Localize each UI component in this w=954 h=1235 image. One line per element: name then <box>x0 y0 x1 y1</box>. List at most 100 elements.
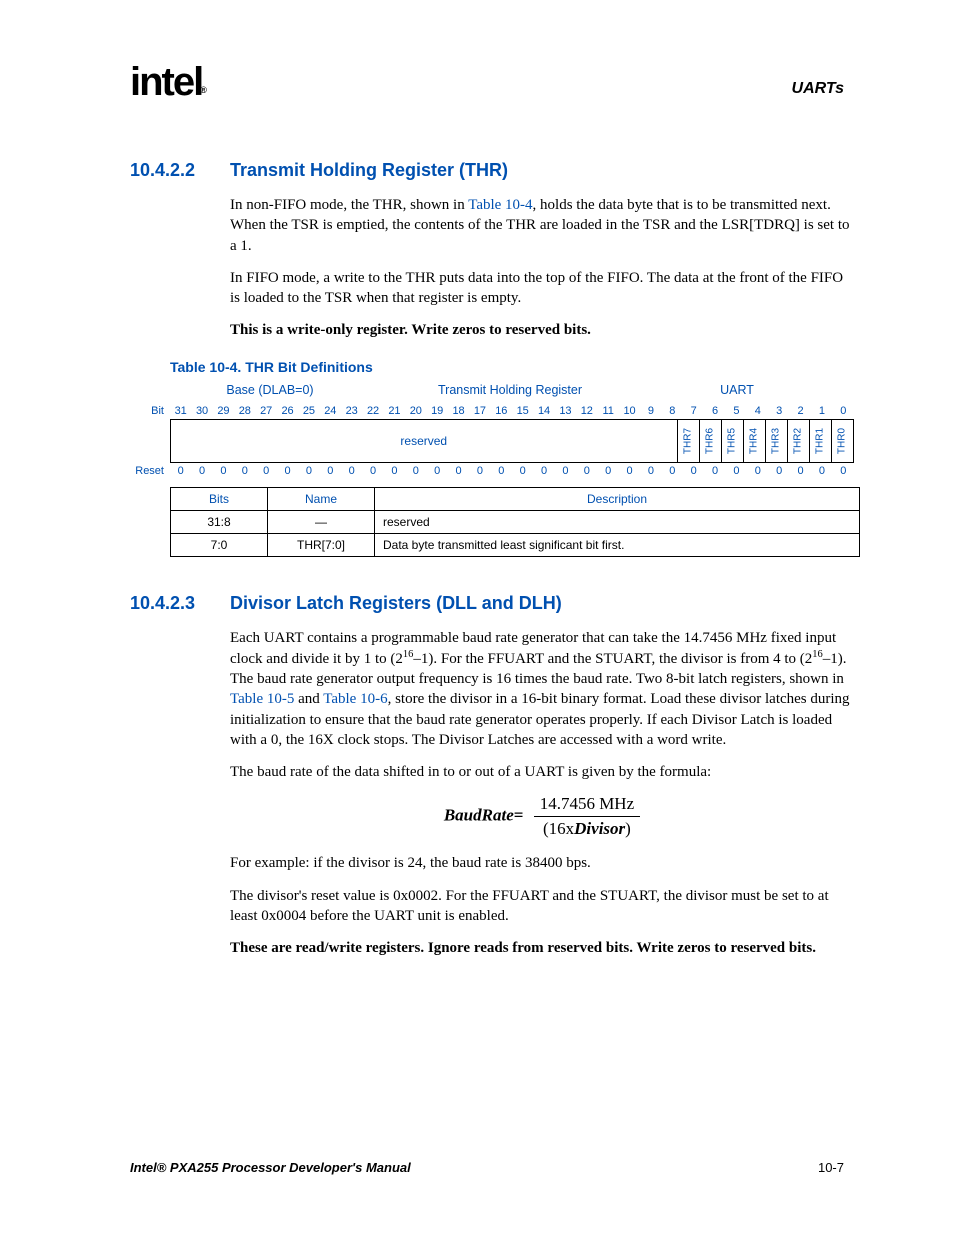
reset-row: Reset 0 0 0 0 0 0 0 0 0 0 0 0 0 0 0 0 0 … <box>130 463 854 479</box>
text: In non-FIFO mode, the THR, shown in <box>230 197 468 213</box>
fraction-numerator: 14.7456 MHz <box>534 794 640 817</box>
bit-field: THR6 <box>700 419 722 463</box>
section-title: Divisor Latch Registers (DLL and DLH) <box>230 593 562 614</box>
bit-num: 30 <box>191 403 212 419</box>
fraction-denominator: (16xDivisor) <box>534 817 640 839</box>
section-heading-1: 10.4.2.2 Transmit Holding Register (THR) <box>130 160 854 181</box>
reset-val: 0 <box>704 463 725 479</box>
bit-num: 9 <box>640 403 661 419</box>
bit-field: THR4 <box>744 419 766 463</box>
row-label-empty <box>130 419 170 463</box>
section-heading-2: 10.4.2.3 Divisor Latch Registers (DLL an… <box>130 593 854 614</box>
section-number: 10.4.2.2 <box>130 160 230 181</box>
bit-num: 3 <box>769 403 790 419</box>
table-row: 7:0 THR[7:0] Data byte transmitted least… <box>171 533 860 556</box>
bit-num: 12 <box>576 403 597 419</box>
formula: BaudRate= 14.7456 MHz (16xDivisor) <box>230 794 854 839</box>
paragraph: Each UART contains a programmable baud r… <box>230 628 854 751</box>
table-ref-link[interactable]: Table 10-4 <box>468 197 532 213</box>
reset-val: 0 <box>833 463 854 479</box>
bit-num: 11 <box>598 403 619 419</box>
cell-bits: 31:8 <box>171 510 268 533</box>
reg-top-labels: Base (DLAB=0) Transmit Holding Register … <box>170 383 854 397</box>
content-area: 10.4.2.2 Transmit Holding Register (THR)… <box>130 160 854 958</box>
col-header-desc: Description <box>375 487 860 510</box>
bit-field-label: THR6 <box>705 427 716 453</box>
field-row: reserved THR7 THR6 THR5 THR4 THR3 THR2 T… <box>130 419 854 463</box>
bit-field-label: THR2 <box>793 427 804 453</box>
bit-field: THR1 <box>810 419 832 463</box>
fraction: 14.7456 MHz (16xDivisor) <box>534 794 640 839</box>
bit-field-label: THR0 <box>837 427 848 453</box>
reset-val: 0 <box>256 463 277 479</box>
bit-num: 31 <box>170 403 191 419</box>
table-header-row: Bits Name Description <box>171 487 860 510</box>
bit-num: 25 <box>298 403 319 419</box>
cell-bits: 7:0 <box>171 533 268 556</box>
reset-val: 0 <box>533 463 554 479</box>
reset-val: 0 <box>320 463 341 479</box>
reset-val: 0 <box>277 463 298 479</box>
reset-val: 0 <box>726 463 747 479</box>
bit-num: 7 <box>683 403 704 419</box>
bit-field-label: THR5 <box>727 427 738 453</box>
bit-num: 29 <box>213 403 234 419</box>
reset-val: 0 <box>576 463 597 479</box>
bit-field: THR7 <box>678 419 700 463</box>
bit-num: 20 <box>405 403 426 419</box>
reset-val: 0 <box>191 463 212 479</box>
reset-val: 0 <box>469 463 490 479</box>
section-number: 10.4.2.3 <box>130 593 230 614</box>
bit-num: 26 <box>277 403 298 419</box>
bit-field: THR3 <box>766 419 788 463</box>
paragraph: The baud rate of the data shifted in to … <box>230 762 854 782</box>
superscript: 16 <box>403 649 414 660</box>
bit-num: 2 <box>790 403 811 419</box>
text: –1). For the FFUART and the STUART, the … <box>413 651 812 667</box>
table-row: 31:8 — reserved <box>171 510 860 533</box>
intel-logo: intel® <box>130 60 209 105</box>
reset-val: 0 <box>769 463 790 479</box>
bit-num: 28 <box>234 403 255 419</box>
reset-val: 0 <box>362 463 383 479</box>
bit-num: 10 <box>619 403 640 419</box>
page: intel® UARTs 10.4.2.2 Transmit Holding R… <box>0 0 954 1235</box>
bit-field-label: THR1 <box>815 427 826 453</box>
paragraph: The divisor's reset value is 0x0002. For… <box>230 886 854 927</box>
table-ref-link[interactable]: Table 10-5 <box>230 691 294 707</box>
row-label-bit: Bit <box>130 403 170 419</box>
register-diagram: Base (DLAB=0) Transmit Holding Register … <box>130 383 854 557</box>
reset-val: 0 <box>598 463 619 479</box>
reset-val: 0 <box>790 463 811 479</box>
paragraph: For example: if the divisor is 24, the b… <box>230 853 854 873</box>
bit-num: 16 <box>491 403 512 419</box>
reg-label-unit: UART <box>650 383 854 397</box>
text: and <box>294 691 323 707</box>
bit-num: 18 <box>448 403 469 419</box>
bit-num: 15 <box>512 403 533 419</box>
bit-num: 17 <box>469 403 490 419</box>
table-caption: Table 10-4. THR Bit Definitions <box>170 359 854 375</box>
bit-num: 8 <box>662 403 683 419</box>
reset-val: 0 <box>170 463 191 479</box>
reset-val: 0 <box>662 463 683 479</box>
col-header-bits: Bits <box>171 487 268 510</box>
formula-lhs: BaudRate <box>444 806 514 825</box>
footer-page-number: 10-7 <box>818 1160 844 1175</box>
reset-val: 0 <box>384 463 405 479</box>
reg-label-base: Base (DLAB=0) <box>170 383 370 397</box>
reset-val: 0 <box>405 463 426 479</box>
reset-val: 0 <box>234 463 255 479</box>
reset-val: 0 <box>341 463 362 479</box>
bit-field-label: THR4 <box>749 427 760 453</box>
reset-val: 0 <box>619 463 640 479</box>
bit-num: 6 <box>704 403 725 419</box>
bit-num: 21 <box>384 403 405 419</box>
section-title: Transmit Holding Register (THR) <box>230 160 508 181</box>
paragraph: In non-FIFO mode, the THR, shown in Tabl… <box>230 195 854 256</box>
reset-val: 0 <box>555 463 576 479</box>
reset-val: 0 <box>640 463 661 479</box>
reset-val: 0 <box>213 463 234 479</box>
table-ref-link[interactable]: Table 10-6 <box>323 691 387 707</box>
bit-field: THR5 <box>722 419 744 463</box>
